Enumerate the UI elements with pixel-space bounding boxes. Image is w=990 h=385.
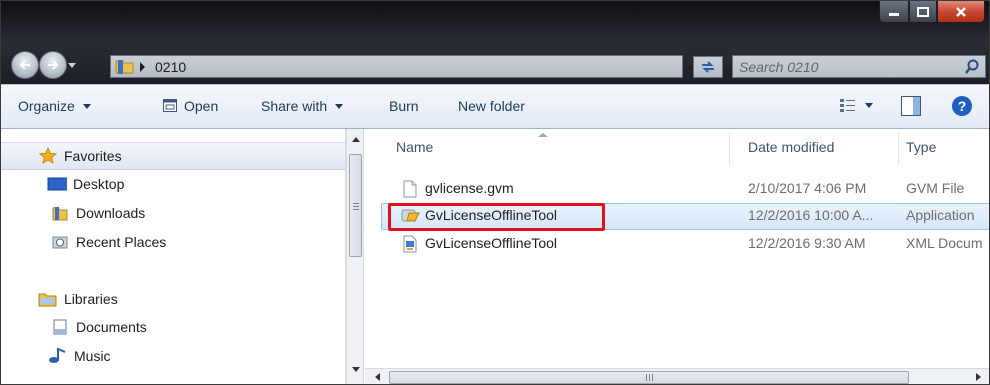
nav-pane-scrollbar[interactable] (346, 129, 364, 384)
chevron-down-icon (82, 103, 91, 109)
window-controls (879, 1, 985, 25)
open-app-icon (163, 99, 177, 112)
table-row[interactable]: gvlicense.gvm 2/10/2017 4:06 PM GVM File (381, 176, 989, 203)
star-icon (38, 147, 58, 165)
column-divider[interactable] (898, 133, 899, 165)
music-icon (48, 347, 68, 365)
command-bar: Organize Open Share with Burn New folder (1, 84, 989, 129)
help-button[interactable]: ? (951, 95, 973, 117)
file-name: GvLicenseOfflineTool (425, 235, 558, 251)
nav-libraries-label: Libraries (64, 291, 118, 307)
recent-pages-dropdown[interactable] (68, 63, 76, 68)
burn-button[interactable]: Burn (389, 98, 419, 114)
nav-downloads-label: Downloads (76, 205, 146, 221)
back-button[interactable] (11, 51, 39, 79)
share-with-button[interactable]: Share with (261, 98, 344, 114)
nav-desktop-label: Desktop (73, 176, 125, 192)
scroll-right-icon[interactable] (976, 373, 981, 381)
search-box[interactable]: Search 0210 (732, 55, 986, 78)
file-date-modified: 2/10/2017 4:06 PM (748, 180, 867, 196)
nav-music-label: Music (74, 348, 111, 364)
nav-item-recent-places[interactable]: Recent Places (50, 230, 166, 254)
table-row[interactable]: GvLicenseOfflineTool 12/2/2016 9:30 AM X… (381, 231, 989, 258)
breadcrumb-current-folder[interactable]: 0210 (155, 59, 186, 75)
annotation-highlight-box (388, 203, 605, 231)
address-bar[interactable]: 0210 (110, 55, 695, 78)
nav-item-desktop[interactable]: Desktop (47, 172, 124, 196)
file-list: Name Date modified Type gvlicense.gvm 2/… (365, 129, 989, 384)
organize-button[interactable]: Organize (18, 98, 91, 114)
change-view-button[interactable] (839, 97, 873, 113)
details-view-icon (840, 99, 855, 112)
back-arrow-icon (19, 60, 30, 70)
preview-pane-icon (901, 96, 921, 116)
search-input[interactable]: Search 0210 (739, 59, 818, 75)
chevron-down-icon (335, 103, 344, 109)
maximize-button[interactable] (909, 1, 937, 23)
scroll-down-icon[interactable] (352, 367, 360, 372)
recent-places-icon (50, 233, 70, 251)
scroll-up-icon[interactable] (352, 137, 360, 142)
file-type: Application (906, 207, 975, 223)
scrollbar-thumb[interactable] (389, 371, 909, 384)
file-type: GVM File (906, 180, 965, 196)
documents-icon (50, 318, 70, 336)
scrollbar-thumb[interactable] (349, 154, 362, 257)
blank-file-icon (401, 180, 419, 198)
file-date-modified: 12/2/2016 10:00 A... (748, 207, 874, 223)
nav-item-documents[interactable]: Documents (50, 315, 147, 339)
refresh-button[interactable] (693, 56, 723, 78)
open-button[interactable]: Open (162, 98, 218, 114)
svg-text:?: ? (958, 98, 967, 114)
open-label: Open (184, 98, 219, 114)
burn-label: Burn (389, 98, 419, 114)
nav-item-downloads[interactable]: Downloads (50, 201, 145, 225)
column-header-name[interactable]: Name (396, 129, 433, 165)
new-folder-label: New folder (458, 98, 525, 114)
help-icon: ? (952, 96, 972, 116)
new-folder-button[interactable]: New folder (458, 98, 525, 114)
file-name: gvlicense.gvm (425, 180, 514, 196)
address-row: 0210 Search 0210 (1, 42, 989, 84)
column-divider[interactable] (729, 133, 730, 165)
file-type: XML Docum (906, 235, 983, 251)
forward-button[interactable] (39, 51, 67, 79)
nav-item-favorites[interactable]: Favorites (1, 142, 345, 170)
nav-item-music[interactable]: Music (48, 344, 111, 368)
xml-document-icon (401, 235, 419, 253)
share-with-label: Share with (261, 98, 328, 114)
minimize-icon (889, 12, 899, 16)
sort-ascending-icon (538, 133, 548, 137)
file-list-horizontal-scrollbar[interactable] (365, 368, 989, 384)
nav-documents-label: Documents (76, 319, 147, 335)
column-header-date-modified[interactable]: Date modified (748, 129, 834, 165)
folder-icon (115, 58, 135, 78)
libraries-icon (38, 290, 58, 308)
title-bar (1, 1, 989, 42)
forward-arrow-icon (48, 60, 59, 70)
minimize-button[interactable] (879, 1, 909, 23)
maximize-icon (917, 6, 929, 17)
scroll-left-icon[interactable] (375, 373, 380, 381)
explorer-window: 0210 Search 0210 Organize Open Share wit… (0, 0, 990, 385)
organize-label: Organize (18, 98, 75, 114)
column-header-type[interactable]: Type (906, 129, 936, 165)
downloads-folder-icon (50, 204, 70, 222)
navigation-pane: Favorites Desktop Downloads Recent Place… (1, 129, 346, 384)
preview-pane-button[interactable] (900, 95, 922, 117)
chevron-down-icon (865, 102, 873, 108)
file-date-modified: 12/2/2016 9:30 AM (748, 235, 866, 251)
nav-item-libraries[interactable]: Libraries (38, 287, 118, 311)
close-button[interactable] (937, 1, 985, 23)
search-icon[interactable] (964, 59, 980, 78)
refresh-icon (702, 61, 714, 73)
close-icon (956, 6, 966, 17)
nav-recent-places-label: Recent Places (76, 234, 167, 250)
desktop-icon (47, 175, 67, 193)
breadcrumb-chevron-icon[interactable] (140, 62, 145, 72)
nav-favorites-label: Favorites (64, 148, 122, 164)
